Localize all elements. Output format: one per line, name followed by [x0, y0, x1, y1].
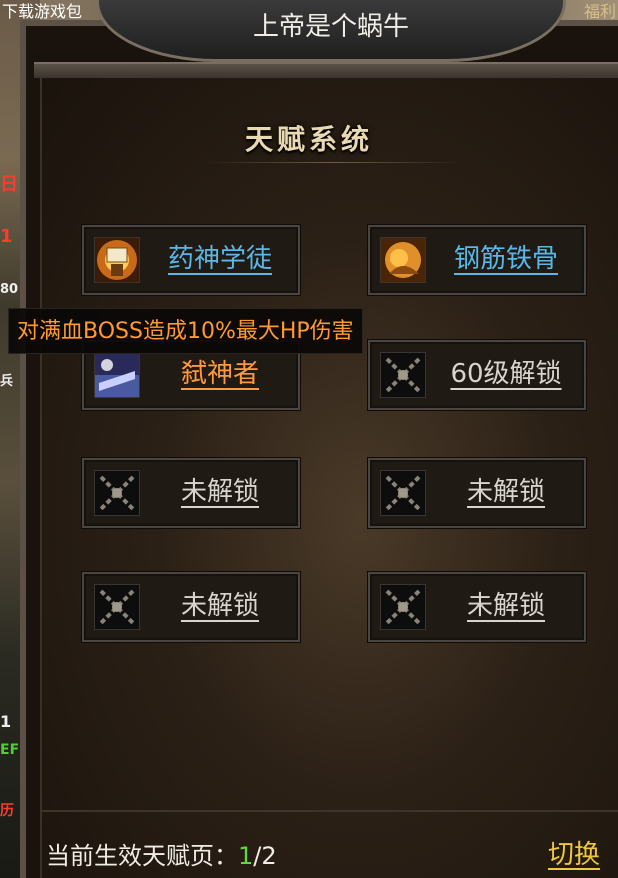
hud-fragment: 80	[0, 282, 19, 297]
hud-fragment: 日	[0, 174, 18, 195]
chain-lock-icon	[94, 584, 140, 630]
god-slayer-icon	[94, 352, 140, 398]
talent-label: 未解锁	[466, 591, 545, 621]
footer-divider	[40, 810, 618, 812]
hud-fragment: EF	[0, 742, 20, 758]
hud-fragment: 1	[0, 226, 13, 247]
talent-label: 钢筋铁骨	[453, 244, 558, 274]
chain-lock-icon	[380, 352, 426, 398]
panel-title: 天赋系统	[244, 123, 373, 156]
talent-slot-7[interactable]: 未解锁	[82, 572, 300, 642]
chain-lock-icon	[380, 584, 426, 630]
active-page-label: 当前生效天赋页：1/2	[46, 836, 277, 871]
hud-welfare-text: 福利	[584, 2, 617, 21]
chain-lock-icon	[94, 470, 140, 516]
talent-slot-8[interactable]: 未解锁	[368, 572, 586, 642]
talent-slot-2[interactable]: 钢筋铁骨	[368, 225, 586, 295]
total-pages: /2	[253, 842, 277, 870]
talent-label: 药神学徒	[167, 244, 272, 274]
frame-band	[34, 62, 618, 78]
talent-slot-4[interactable]: 60级解锁	[368, 340, 586, 410]
current-page-number: 1	[238, 842, 254, 870]
talent-tooltip: 对满血BOSS造成10%最大HP伤害	[8, 308, 363, 354]
talent-label: 未解锁	[466, 477, 545, 507]
hud-download-text: 下载游戏包	[2, 2, 83, 21]
switch-page-button[interactable]: 切换	[548, 834, 600, 871]
talent-label: 弑神者	[180, 359, 259, 389]
chain-lock-icon	[380, 470, 426, 516]
hud-fragment: 兵	[0, 374, 14, 389]
talent-slot-1[interactable]: 药神学徒	[82, 225, 300, 295]
talent-slot-5[interactable]: 未解锁	[82, 458, 300, 528]
window-title: 上帝是个蜗牛	[252, 12, 409, 42]
talent-slot-6[interactable]: 未解锁	[368, 458, 586, 528]
hud-fragment: 1	[0, 712, 12, 731]
iron-body-icon	[380, 237, 426, 283]
talent-label: 未解锁	[180, 591, 259, 621]
title-underline	[204, 162, 464, 163]
active-page-text: 当前生效天赋页：	[46, 842, 238, 870]
medicine-scroll-icon	[94, 237, 140, 283]
talent-label: 未解锁	[180, 477, 259, 507]
talent-label: 60级解锁	[450, 359, 562, 389]
hud-fragment: 历	[0, 803, 14, 819]
